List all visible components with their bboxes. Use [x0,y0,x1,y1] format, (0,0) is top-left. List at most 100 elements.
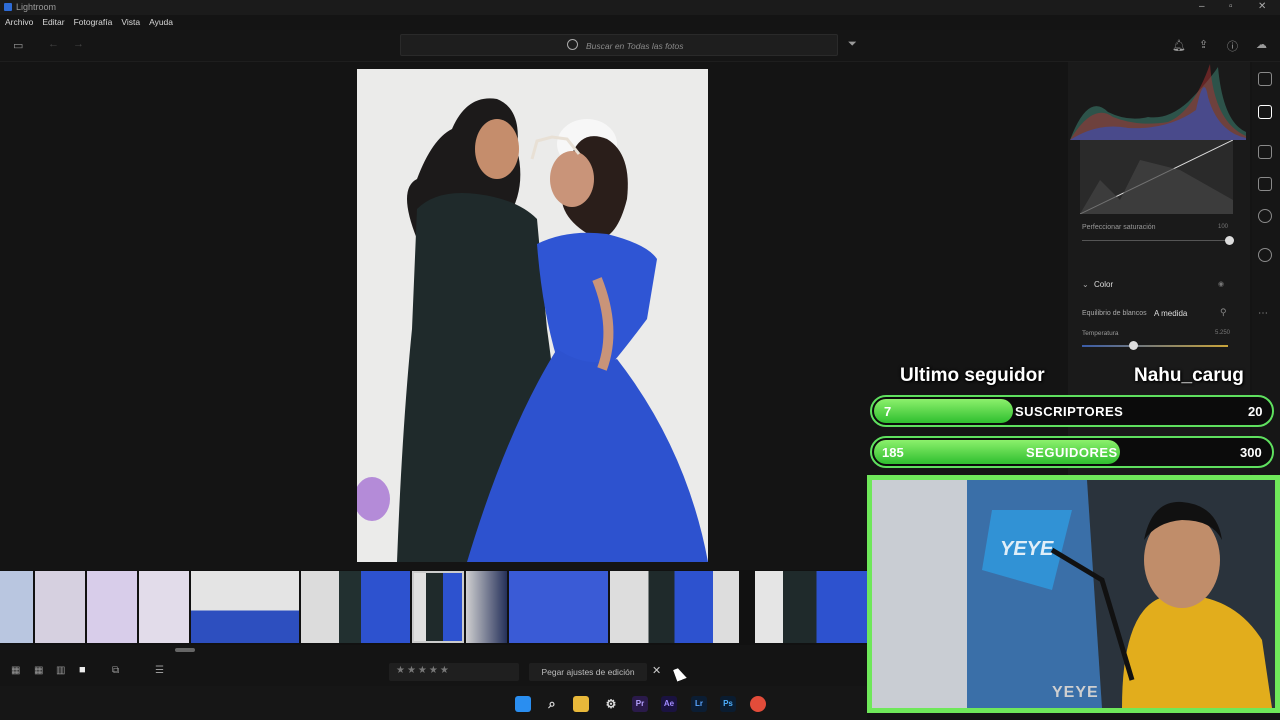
eyedropper-icon[interactable]: ⚲ [1220,307,1227,318]
subscribers-label: SUSCRIPTORES [1015,404,1124,419]
last-follower-label: Ultimo seguidor [900,365,1045,386]
white-balance-select[interactable]: A medida [1154,309,1187,318]
color-section-title[interactable]: Color [1094,280,1113,289]
menu-vista[interactable]: Vista [121,17,140,29]
search-bar[interactable]: Buscar en Todas las fotos [400,34,838,56]
temperature-label: Temperatura [1082,330,1119,337]
filmstrip-scrollbar[interactable] [175,648,195,652]
edit-sliders-icon[interactable] [1258,105,1272,119]
after-effects-icon[interactable]: Ae [661,696,677,712]
minimize-icon[interactable]: – [1199,1,1205,12]
grid-medium-icon[interactable]: ▦ [34,665,43,676]
menu-archivo[interactable]: Archivo [5,17,33,29]
tone-curve[interactable] [1079,139,1234,215]
eye-icon[interactable]: ◉ [1218,280,1224,288]
notification-bell-icon[interactable]: 🔔︎ [1172,39,1186,52]
lightroom-logo-icon [4,3,12,11]
more-icon[interactable]: ⋯ [1258,308,1272,322]
history-icon[interactable] [1258,248,1272,262]
thumbnail[interactable] [301,571,410,643]
cloud-icon[interactable]: ☁ [1256,38,1267,51]
webcam-scene [872,480,1275,708]
menu-editar[interactable]: Editar [42,17,64,29]
thumbnail-selected[interactable] [412,571,464,643]
single-view-icon[interactable]: ■ [79,664,86,676]
photo-icon[interactable] [1258,72,1272,86]
thumbnail[interactable] [466,571,507,643]
followers-label: SEGUIDORES [1026,445,1118,460]
windows-start-icon[interactable] [515,696,531,712]
top-toolbar: ▭ ← → Buscar en Todas las fotos ⏷ 🔔︎ ⇪ ⓘ… [0,30,1280,62]
subscribers-current: 7 [884,404,892,419]
temperature-slider-handle[interactable] [1129,341,1138,350]
crop-icon[interactable] [1258,145,1272,159]
last-follower-banner: Ultimo seguidor Nahu_carug [868,362,1280,390]
grid-small-icon[interactable]: ▦ [11,665,20,676]
taskbar: ⌕ ⚙ Pr Ae Lr Ps [0,686,867,720]
menu-ayuda[interactable]: Ayuda [149,17,173,29]
star-rating[interactable]: ★★★★★ [389,663,519,681]
photoshop-icon[interactable]: Ps [720,696,736,712]
webcam-overlay: YEYE YEYE [867,475,1280,713]
followers-goal-bar: 185 SEGUIDORES 300 [870,436,1274,468]
subscribers-goal-bar: 7 SUSCRIPTORES 20 [870,395,1274,427]
curve-graph [1079,139,1234,215]
sort-icon[interactable]: ☰ [155,665,164,676]
white-balance-label: Equilibrio de blancos [1082,310,1147,317]
filmstrip [0,570,867,645]
chevron-down-icon[interactable]: ⌄ [1082,280,1089,289]
title-bar: Lightroom – ▫ ✕ [0,0,1280,15]
premiere-icon[interactable]: Pr [632,696,648,712]
last-follower-name: Nahu_carug [1134,365,1244,386]
followers-current: 185 [882,445,904,460]
steam-icon[interactable]: ⚙ [603,696,619,712]
followers-goal: 300 [1240,445,1262,460]
refine-saturation-value: 100 [1218,224,1229,230]
paste-settings-button[interactable]: Pegar ajustes de edición [529,663,647,681]
search-icon [567,39,578,50]
temperature-slider-track[interactable] [1082,345,1228,347]
close-icon[interactable]: ✕ [1258,1,1266,12]
temperature-value: 5.250 [1215,330,1231,336]
thumbnail[interactable] [87,571,137,643]
thumbnail[interactable] [755,571,867,643]
thumbnail[interactable] [35,571,85,643]
thumbnail[interactable] [610,571,739,643]
subscribers-progress-fill [874,399,1013,423]
help-icon[interactable]: ⓘ [1227,38,1238,54]
masking-icon[interactable] [1258,209,1272,223]
window-title: Lightroom [16,2,57,12]
back-arrow-icon[interactable]: ← [48,38,59,50]
thumbnail[interactable] [0,571,33,643]
menu-fotografia[interactable]: Fotografía [74,17,113,29]
cam-frame-logo: YEYE [1052,684,1099,701]
photo-illustration [357,69,708,562]
saturation-slider-handle[interactable] [1225,236,1234,245]
search-input[interactable]: Buscar en Todas las fotos [586,41,684,51]
share-icon[interactable]: ⇪ [1199,38,1208,51]
saturation-slider-track[interactable] [1082,240,1228,241]
crop-view-icon[interactable]: ⧉ [112,665,119,676]
file-explorer-icon[interactable] [573,696,589,712]
subscribers-goal: 20 [1248,404,1263,419]
filter-icon[interactable]: ⏷ [848,38,857,51]
thumbnail[interactable] [191,571,299,643]
close-icon[interactable]: ✕ [652,664,661,677]
search-icon[interactable]: ⌕ [544,696,560,712]
refine-saturation-label: Perfeccionar saturación [1082,224,1156,231]
compare-icon[interactable]: ▥ [56,665,65,676]
healing-icon[interactable] [1258,177,1272,191]
paste-settings-label: Pegar ajustes de edición [541,667,635,677]
stars[interactable]: ★★★★★ [396,665,451,676]
thumbnail[interactable] [139,571,189,643]
chrome-icon[interactable] [750,696,766,712]
lightroom-icon[interactable]: Lr [691,696,707,712]
thumbnail[interactable] [509,571,608,643]
menu-bar: Archivo Editar Fotografía Vista Ayuda [0,15,173,29]
edit-panel: Perfeccionar saturación 100 ⌄ Color ◉ Eq… [1068,62,1250,542]
maximize-icon[interactable]: ▫ [1229,1,1233,12]
cam-wall-logo: YEYE [1000,538,1054,560]
forward-arrow-icon[interactable]: → [73,38,84,50]
panel-toggle-icon[interactable]: ▭ [13,39,23,52]
bottom-bar: ▦ ▦ ▥ ■ ⧉ ☰ ★★★★★ Pegar ajustes de edici… [0,660,867,686]
